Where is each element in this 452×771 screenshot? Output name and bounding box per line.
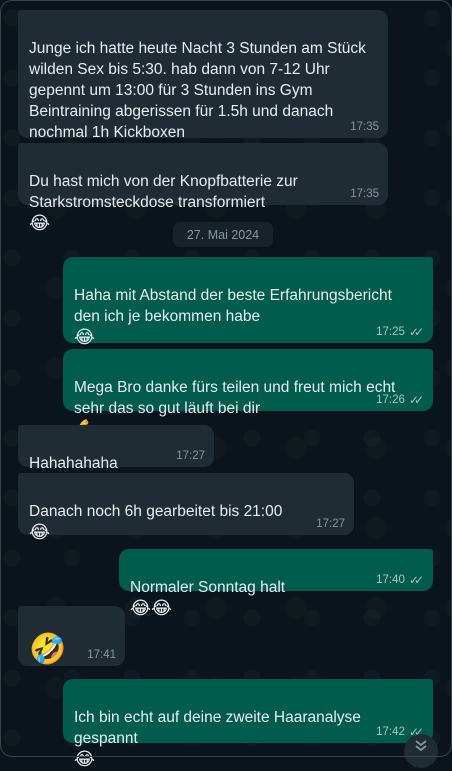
message-time: 17:35 (350, 121, 379, 133)
message-text: Danach noch 6h gearbeitet bis 21:00 (29, 503, 283, 520)
message-incoming[interactable]: Junge ich hatte heute Nacht 3 Stunden am… (18, 10, 388, 164)
message-time: 17:27 (176, 450, 205, 462)
message-meta: 17:25 ✓✓ (376, 325, 424, 339)
message-time: 17:35 (350, 188, 379, 200)
read-receipt-icon: ✓✓ (408, 393, 424, 407)
read-receipt-icon: ✓✓ (408, 325, 424, 339)
message-meta: 17:35 (350, 187, 379, 201)
message-time: 17:25 (376, 326, 405, 338)
message-outgoing[interactable]: Haha mit Abstand der beste Erfahrungsber… (63, 257, 433, 348)
rolling-on-floor-laughing-icon: 🤣 (29, 632, 67, 667)
message-time: 17:27 (316, 518, 345, 530)
message-text: Du hast mich von der Knopfbatterie zur S… (29, 173, 298, 211)
message-time: 17:42 (376, 726, 405, 738)
message-time: 17:26 (376, 394, 405, 406)
face-with-tears-of-joy-icon: 😂 (74, 327, 96, 348)
chevron-double-down-icon (414, 739, 428, 756)
message-text: Junge ich hatte heute Nacht 3 Stunden am… (29, 40, 366, 141)
message-text: Haha mit Abstand der beste Erfahrungsber… (74, 287, 392, 325)
message-meta: 17:40 ✓✓ (376, 573, 424, 587)
face-with-tears-of-joy-icon: 😂 (74, 749, 96, 770)
face-with-tears-of-joy-icon: 😂 (29, 522, 51, 543)
message-meta: 17:35 (350, 120, 379, 134)
date-divider: 27. Mai 2024 (173, 222, 273, 247)
message-meta: 17:27 (316, 517, 345, 531)
message-outgoing[interactable]: Mega Bro danke fürs teilen und freut mic… (63, 349, 433, 440)
message-incoming[interactable]: Danach noch 6h gearbeitet bis 21:00 😂 17… (18, 473, 354, 543)
message-meta: 17:41 (87, 648, 116, 662)
read-receipt-icon: ✓✓ (408, 573, 424, 587)
message-incoming[interactable]: Hahahahaha 😂 17:27 (18, 425, 214, 495)
message-time: 17:40 (376, 574, 405, 586)
message-time: 17:41 (87, 649, 116, 661)
message-outgoing[interactable]: Normaler Sonntag halt 😂😂 17:40 ✓✓ (119, 549, 433, 619)
message-incoming[interactable]: 🤣 17:41 (18, 606, 125, 667)
message-outgoing[interactable]: Ich bin echt auf deine zweite Haaranalys… (63, 679, 433, 770)
message-meta: 17:27 (176, 449, 205, 463)
face-with-tears-of-joy-icon: 😂 (29, 213, 51, 234)
message-text: Normaler Sonntag halt (130, 579, 286, 596)
message-text: Ich bin echt auf deine zweite Haaranalys… (74, 709, 361, 747)
scroll-to-bottom-button[interactable] (404, 734, 438, 768)
message-text: Hahahahaha (29, 455, 118, 472)
message-incoming[interactable]: Du hast mich von der Knopfbatterie zur S… (18, 143, 388, 234)
message-meta: 17:26 ✓✓ (376, 393, 424, 407)
face-with-tears-of-joy-icon: 😂😂 (130, 598, 173, 619)
